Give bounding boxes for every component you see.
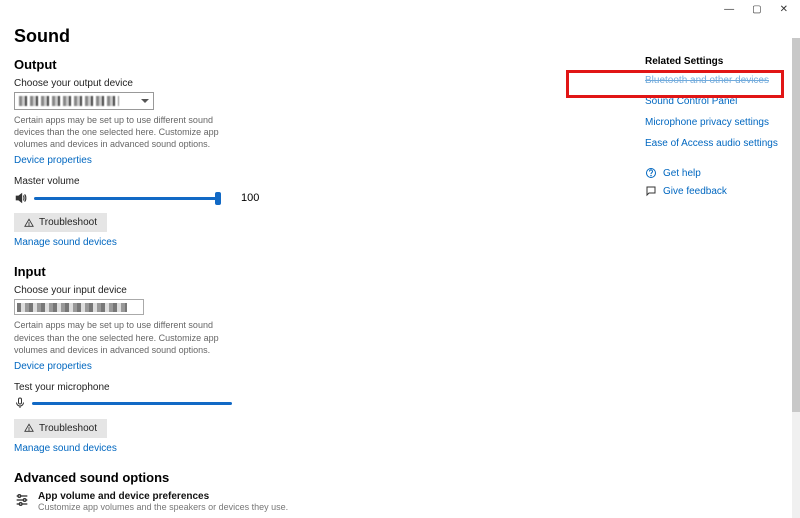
output-device-dropdown[interactable] — [14, 92, 154, 110]
window-titlebar: — ▢ ✕ — [0, 0, 800, 20]
input-heading: Input — [14, 264, 645, 279]
page-title: Sound — [14, 26, 645, 47]
output-hint: Certain apps may be set up to use differ… — [14, 114, 244, 150]
app-volume-subtitle: Customize app volumes and the speakers o… — [38, 502, 288, 512]
feedback-icon — [645, 185, 657, 197]
related-settings-panel: Related Settings Bluetooth and other dev… — [645, 20, 800, 518]
microphone-privacy-link[interactable]: Microphone privacy settings — [645, 117, 800, 128]
speaker-icon[interactable] — [14, 191, 28, 205]
give-feedback-link[interactable]: Give feedback — [645, 185, 800, 197]
close-button[interactable]: ✕ — [780, 5, 788, 15]
bluetooth-devices-link[interactable]: Bluetooth and other devices — [645, 75, 800, 86]
input-manage-link[interactable]: Manage sound devices — [14, 443, 117, 454]
related-settings-heading: Related Settings — [645, 56, 800, 67]
minimize-button[interactable]: — — [724, 5, 734, 15]
maximize-button[interactable]: ▢ — [752, 5, 761, 15]
app-volume-preferences-item[interactable]: App volume and device preferences Custom… — [14, 491, 645, 512]
master-volume-slider[interactable] — [34, 197, 219, 200]
advanced-heading: Advanced sound options — [14, 470, 645, 485]
output-manage-link[interactable]: Manage sound devices — [14, 237, 117, 248]
help-icon — [645, 167, 657, 179]
warning-icon — [24, 218, 34, 228]
app-volume-title: App volume and device preferences — [38, 491, 288, 502]
get-help-link[interactable]: Get help — [645, 167, 800, 179]
input-device-properties-link[interactable]: Device properties — [14, 361, 92, 372]
output-choose-label: Choose your output device — [14, 78, 645, 89]
master-volume-label: Master volume — [14, 176, 645, 187]
warning-icon — [24, 423, 34, 433]
output-heading: Output — [14, 57, 645, 72]
microphone-level-bar — [32, 402, 232, 405]
sliders-icon — [14, 492, 30, 508]
scrollbar[interactable] — [792, 38, 800, 518]
ease-of-access-audio-link[interactable]: Ease of Access audio settings — [645, 138, 800, 149]
sound-control-panel-link[interactable]: Sound Control Panel — [645, 96, 800, 107]
input-hint: Certain apps may be set up to use differ… — [14, 319, 244, 355]
test-microphone-label: Test your microphone — [14, 382, 645, 393]
output-device-properties-link[interactable]: Device properties — [14, 155, 92, 166]
master-volume-value: 100 — [241, 192, 259, 204]
scrollbar-thumb[interactable] — [792, 38, 800, 412]
output-troubleshoot-button[interactable]: Troubleshoot — [14, 213, 107, 232]
microphone-icon — [14, 397, 26, 411]
input-device-dropdown[interactable] — [14, 299, 144, 315]
main-content: Sound Output Choose your output device C… — [0, 20, 645, 518]
input-choose-label: Choose your input device — [14, 285, 645, 296]
input-troubleshoot-button[interactable]: Troubleshoot — [14, 419, 107, 438]
